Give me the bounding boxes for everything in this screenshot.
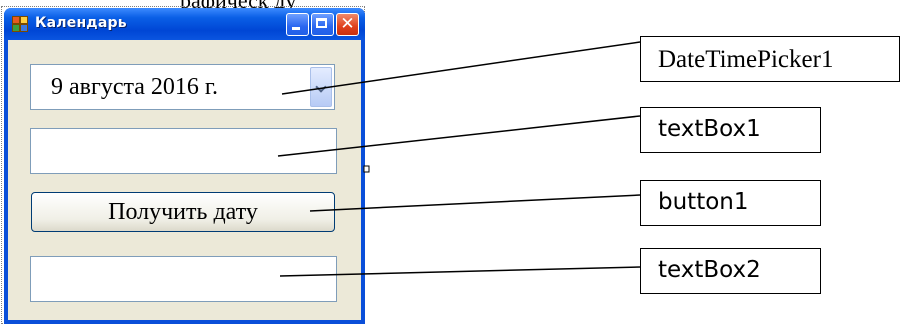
connector-line-datetimepicker [281,41,641,95]
connector-line-textbox1 [277,115,641,157]
resize-handle [363,165,370,173]
callout-textbox1: textBox1 [640,107,821,153]
connector-line-button1 [309,194,641,212]
callout-textbox2: textBox2 [640,248,821,294]
connector-line-textbox2 [279,266,641,277]
callout-button1: button1 [640,180,821,226]
callout-datetimepicker1: DateTimePicker1 [640,36,900,82]
